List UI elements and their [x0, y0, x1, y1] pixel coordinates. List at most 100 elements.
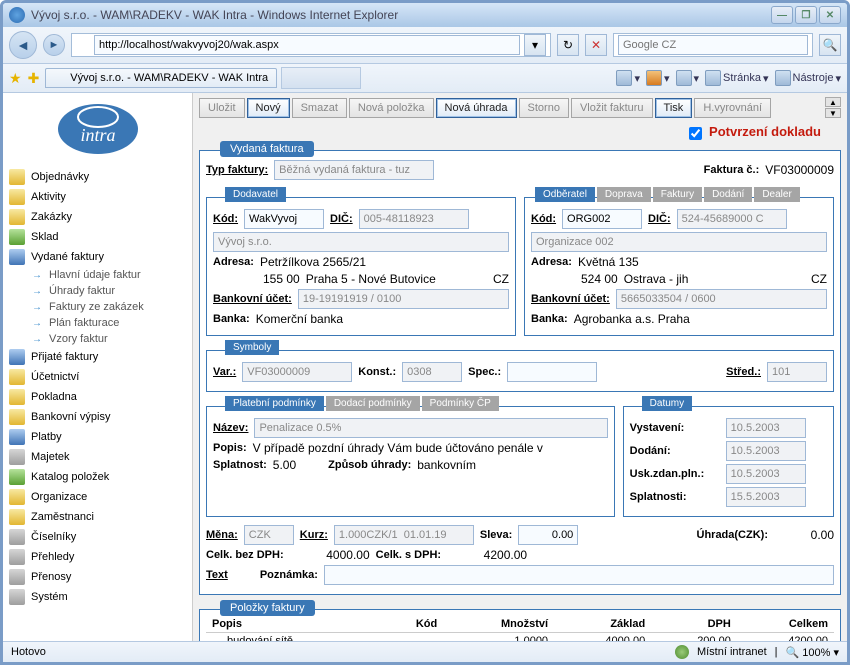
feeds-button[interactable]: ▾	[646, 70, 670, 86]
buy-dic-input[interactable]	[677, 209, 787, 229]
sidebar-item-label: Faktury ze zakázek	[49, 301, 144, 313]
sidebar-item[interactable]: →Vzory faktur	[3, 331, 192, 347]
sidebar-item[interactable]: Zaměstnanci	[3, 507, 192, 527]
maximize-button[interactable]: ❐	[795, 6, 817, 24]
terms-name-input[interactable]	[254, 418, 607, 438]
sidebar-item[interactable]: Číselníky	[3, 527, 192, 547]
sidebar-item[interactable]: Přenosy	[3, 567, 192, 587]
currency-input[interactable]	[244, 525, 294, 545]
discount-input[interactable]	[518, 525, 578, 545]
search-box	[613, 33, 813, 57]
sidebar-item[interactable]: →Plán fakturace	[3, 315, 192, 331]
buyer-tab[interactable]: Doprava	[597, 187, 651, 202]
terms-tab[interactable]: Podmínky ČP	[422, 396, 499, 411]
terms-tab[interactable]: Platební podmínky	[225, 396, 324, 411]
minimize-button[interactable]: —	[771, 6, 793, 24]
toolbar-button[interactable]: H.vyrovnání	[694, 98, 771, 118]
table-row[interactable]: →budování sítě1.00004000.00200.004200.00	[206, 632, 834, 641]
back-button[interactable]: ◄	[9, 31, 37, 59]
note-input[interactable]	[324, 565, 834, 585]
type-label: Typ faktury:	[206, 164, 268, 176]
sidebar-item[interactable]: →Faktury ze zakázek	[3, 299, 192, 315]
forward-button[interactable]: ►	[43, 34, 65, 56]
currency-label: Měna:	[206, 529, 238, 541]
print-button[interactable]: ▾	[676, 70, 700, 86]
close-button[interactable]: ✕	[819, 6, 841, 24]
refresh-button[interactable]: ↻	[557, 34, 579, 56]
toolbar-scroll[interactable]: ▲▼	[825, 97, 841, 118]
buy-code-input[interactable]	[562, 209, 642, 229]
sidebar-item[interactable]: Organizace	[3, 487, 192, 507]
konst-input[interactable]	[402, 362, 462, 382]
sup-name-input[interactable]	[213, 232, 509, 252]
d-issue-input[interactable]	[726, 418, 806, 438]
toolbar-button[interactable]: Smazat	[292, 98, 347, 118]
sidebar-item[interactable]: Přijaté faktury	[3, 347, 192, 367]
sidebar-item[interactable]: Bankovní výpisy	[3, 407, 192, 427]
d-due-input[interactable]	[726, 487, 806, 507]
sup-bankacc-input[interactable]	[298, 289, 509, 309]
page-menu[interactable]: Stránka ▾	[705, 70, 768, 86]
buyer-tab[interactable]: Faktury	[653, 187, 702, 202]
sidebar-item[interactable]: Majetek	[3, 447, 192, 467]
sidebar-item[interactable]: Zakázky	[3, 207, 192, 227]
sidebar-item[interactable]: →Hlavní údaje faktur	[3, 267, 192, 283]
invoice-section: Vydaná faktura Typ faktury: Faktura č.: …	[199, 150, 841, 595]
stop-button[interactable]: ✕	[585, 34, 607, 56]
status-zoom[interactable]: 🔍 100% ▾	[786, 646, 839, 659]
sidebar-item[interactable]: Aktivity	[3, 187, 192, 207]
paid-label: Úhrada(CZK):	[697, 529, 769, 541]
browser-tab[interactable]: Vývoj s.r.o. - WAM\RADEKV - WAK Intra	[45, 68, 277, 88]
symbols-tab: Symboly	[225, 340, 279, 355]
type-input[interactable]	[274, 160, 434, 180]
sidebar-item[interactable]: Objednávky	[3, 167, 192, 187]
toolbar-button[interactable]: Vložit fakturu	[571, 98, 653, 118]
buyer-tab[interactable]: Dodání	[704, 187, 752, 202]
search-input[interactable]	[618, 35, 808, 55]
sup-dic-input[interactable]	[359, 209, 469, 229]
sidebar-item[interactable]: Přehledy	[3, 547, 192, 567]
d-deliv-input[interactable]	[726, 441, 806, 461]
home-button[interactable]: ▾	[616, 70, 640, 86]
sidebar-item[interactable]: Účetnictví	[3, 367, 192, 387]
sidebar-item-label: Systém	[31, 591, 68, 603]
url-input[interactable]	[94, 35, 520, 55]
search-button[interactable]: 🔍	[819, 34, 841, 56]
sup-code-input[interactable]	[244, 209, 324, 229]
buyer-tab[interactable]: Odběratel	[535, 187, 595, 202]
sidebar-item-label: Katalog položek	[31, 471, 109, 483]
sidebar-item-icon	[9, 409, 25, 425]
sidebar-item[interactable]: Vydané faktury	[3, 247, 192, 267]
sidebar: intra ObjednávkyAktivityZakázkySkladVyda…	[3, 93, 193, 641]
toolbar-button[interactable]: Nová úhrada	[436, 98, 517, 118]
new-tab-button[interactable]	[281, 67, 361, 89]
supplier-tab[interactable]: Dodavatel	[225, 187, 286, 202]
toolbar-button[interactable]: Nová položka	[349, 98, 434, 118]
buyer-tab[interactable]: Dealer	[754, 187, 799, 202]
toolbar-button[interactable]: Tisk	[655, 98, 693, 118]
sidebar-item[interactable]: Systém	[3, 587, 192, 607]
rate-input[interactable]	[334, 525, 474, 545]
buy-bank: Agrobanka a.s. Praha	[574, 312, 690, 326]
buy-name-input[interactable]	[531, 232, 827, 252]
sidebar-item[interactable]: Sklad	[3, 227, 192, 247]
sidebar-item[interactable]: Katalog položek	[3, 467, 192, 487]
d-tax-input[interactable]	[726, 464, 806, 484]
toolbar-button[interactable]: Nový	[247, 98, 290, 118]
url-dropdown-button[interactable]: ▾	[524, 34, 546, 56]
confirm-checkbox[interactable]	[689, 127, 702, 140]
terms-tab[interactable]: Dodací podmínky	[326, 396, 420, 411]
add-favorite-icon[interactable]: ✚	[28, 70, 40, 87]
stred-input[interactable]	[767, 362, 827, 382]
tools-menu[interactable]: Nástroje ▾	[775, 70, 842, 86]
toolbar-button[interactable]: Uložit	[199, 98, 245, 118]
var-input[interactable]	[242, 362, 352, 382]
sidebar-item-label: Platby	[31, 431, 62, 443]
favorite-star-icon[interactable]: ★	[9, 70, 22, 87]
sidebar-item[interactable]: →Úhrady faktur	[3, 283, 192, 299]
toolbar-button[interactable]: Storno	[519, 98, 569, 118]
spec-input[interactable]	[507, 362, 597, 382]
buy-bankacc-input[interactable]	[616, 289, 827, 309]
sidebar-item[interactable]: Pokladna	[3, 387, 192, 407]
sidebar-item[interactable]: Platby	[3, 427, 192, 447]
